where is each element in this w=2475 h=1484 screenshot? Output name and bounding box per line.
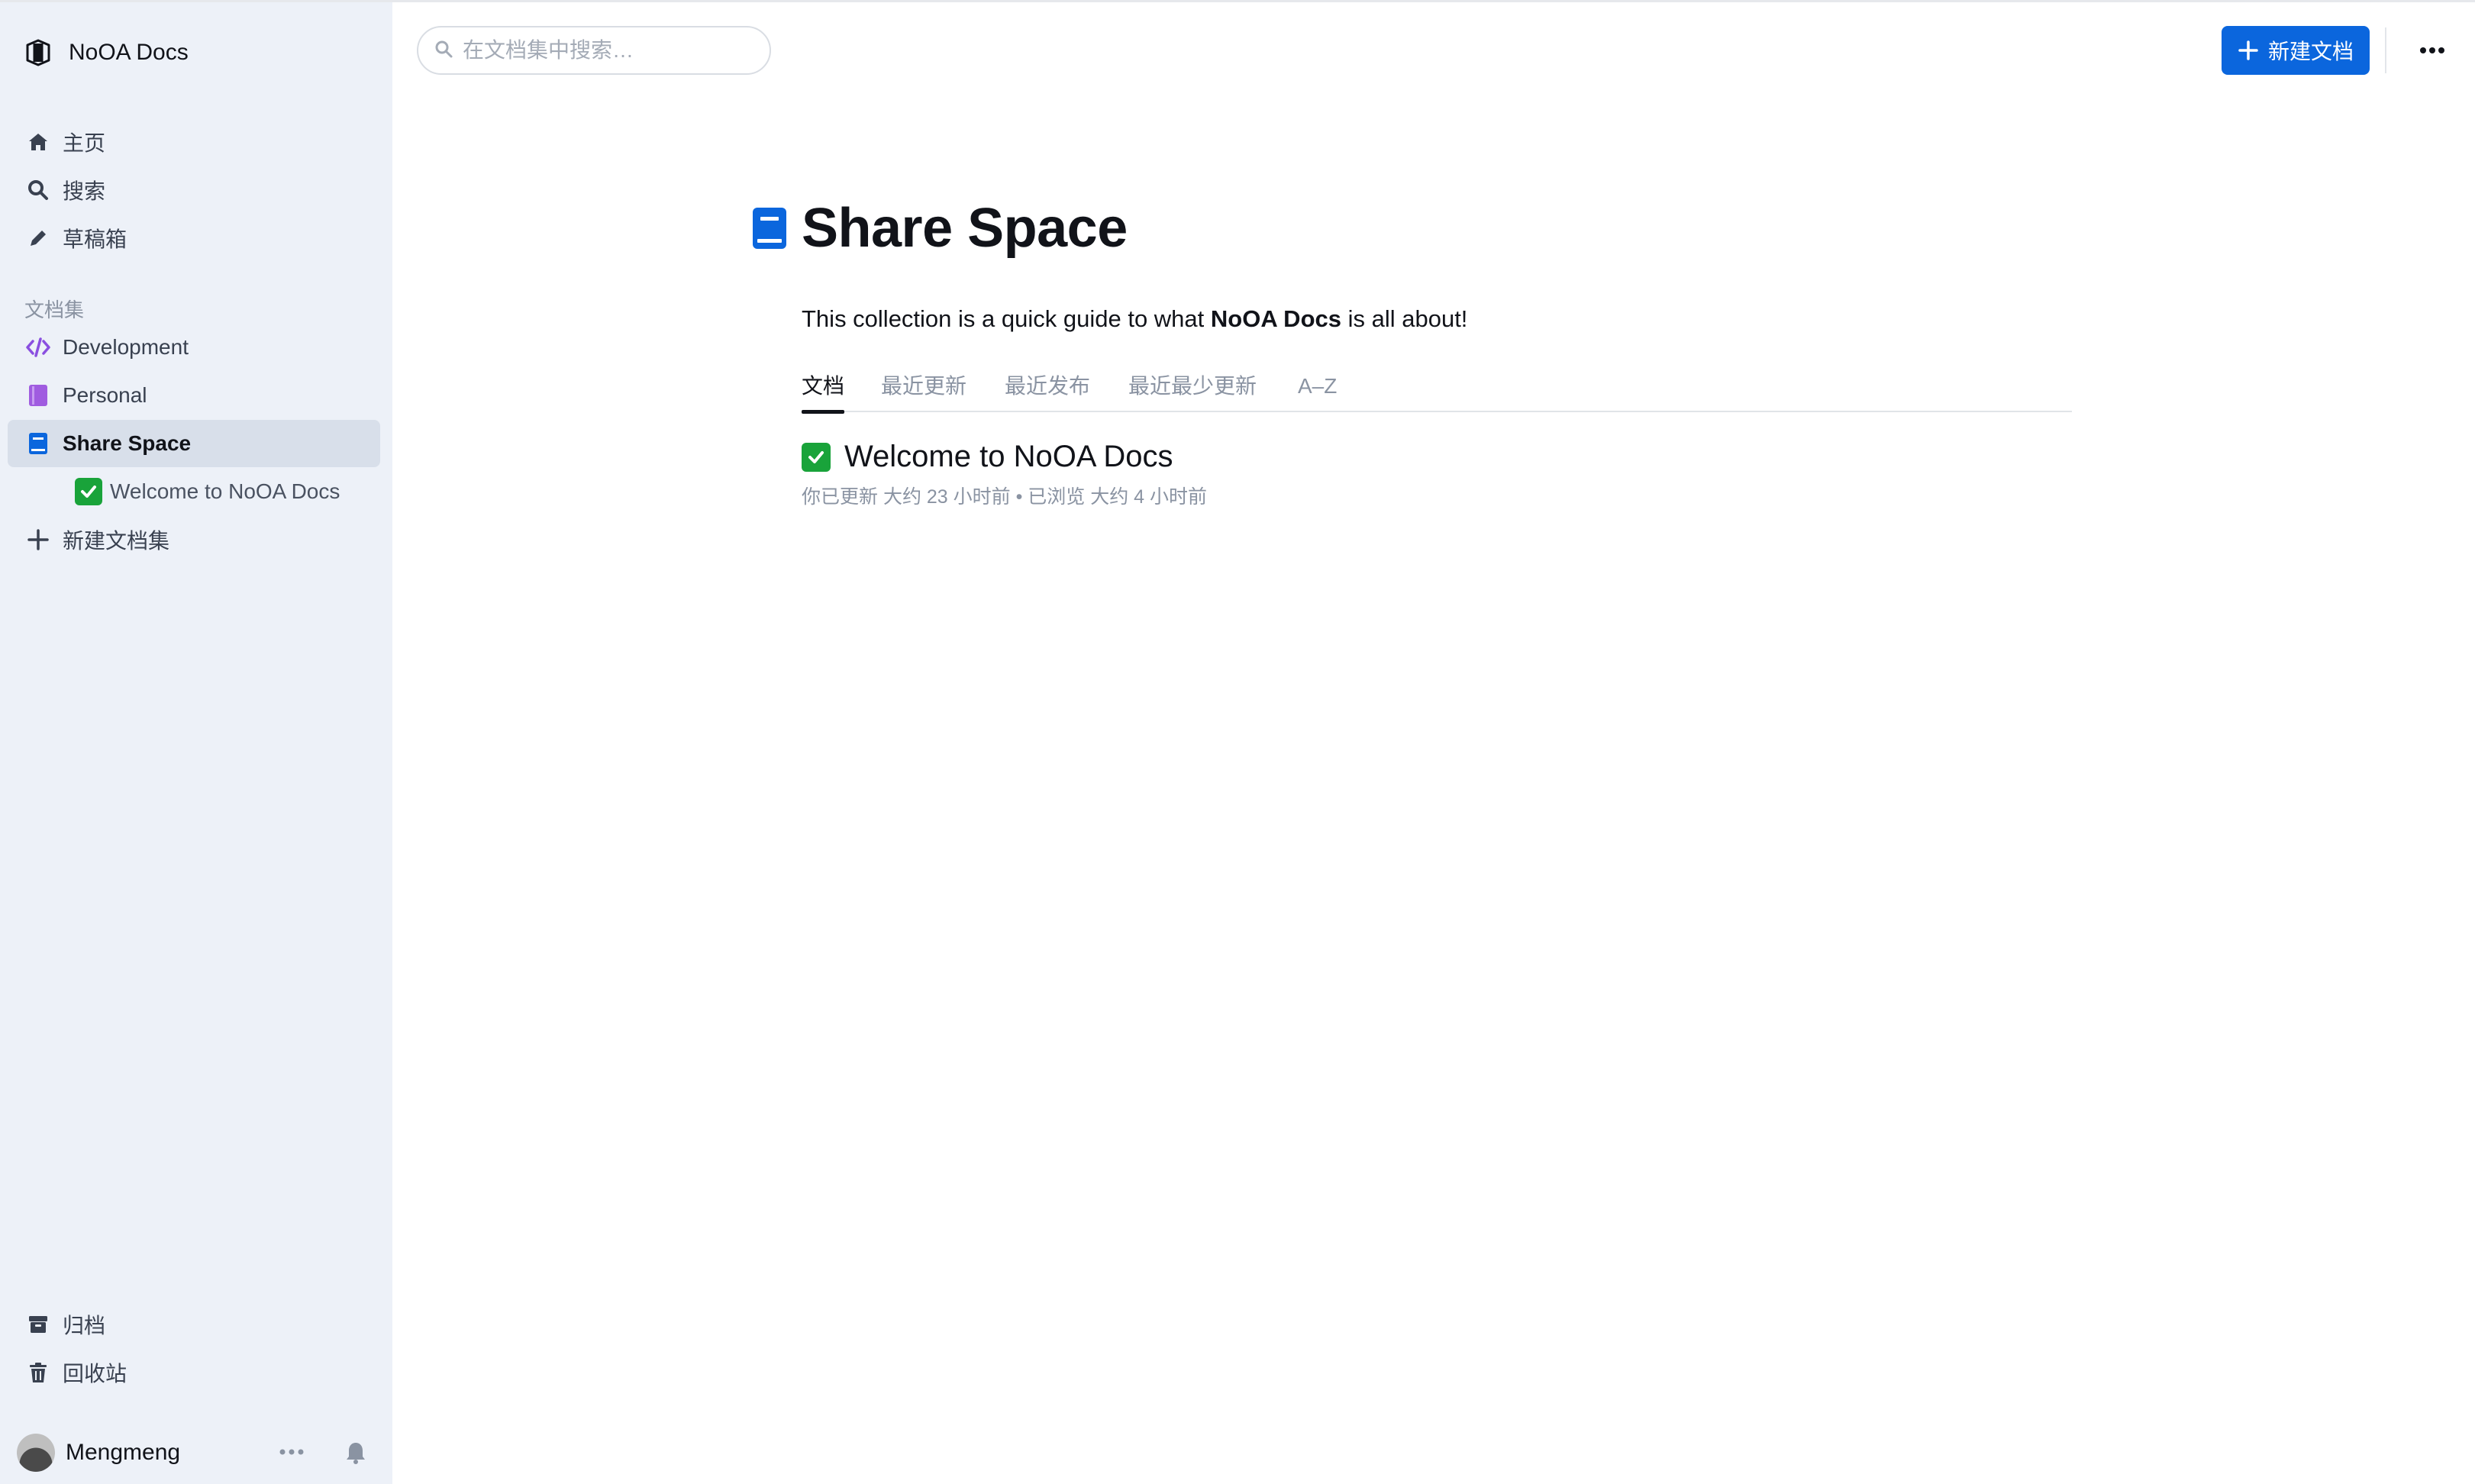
document-meta: 你已更新 大约 23 小时前 • 已浏览 大约 4 小时前	[802, 486, 1208, 508]
sidebar-item-label: 归档	[63, 1314, 106, 1337]
sidebar-item-label: Personal	[63, 383, 147, 407]
sidebar-item-label: 草稿箱	[63, 227, 127, 251]
sidebar-item-label: 回收站	[63, 1362, 127, 1386]
tab-recently-published[interactable]: 最近发布	[1005, 369, 1090, 412]
header-divider	[2385, 27, 2386, 73]
collections-section-label: 文档集	[24, 298, 85, 321]
plus-icon	[24, 526, 52, 553]
check-mark-icon	[75, 478, 102, 505]
list-item[interactable]: Welcome to NoOA Docs 你已更新 大约 23 小时前 • 已浏…	[802, 440, 1207, 509]
sidebar-item-label: 主页	[63, 131, 106, 155]
book-icon	[751, 206, 788, 250]
app-name: NoOA Docs	[69, 40, 189, 65]
sidebar-item-archive[interactable]: 归档	[8, 1301, 380, 1348]
archive-icon	[24, 1311, 52, 1338]
search-icon	[24, 176, 52, 204]
more-options-icon[interactable]	[2412, 31, 2452, 70]
sidebar: NoOA Docs 主页 搜索 草稿箱 文档集 Development Pers…	[0, 2, 392, 1484]
book-icon	[24, 382, 52, 409]
sidebar-item-label: Development	[63, 335, 189, 359]
pencil-icon	[24, 224, 52, 252]
user-name: Mengmeng	[66, 1440, 181, 1465]
tab-alphabetical[interactable]: A–Z	[1298, 369, 1337, 412]
document-title-row: Welcome to NoOA Docs	[802, 440, 1207, 474]
sidebar-item-label: Welcome to NoOA Docs	[110, 479, 340, 503]
sidebar-item-drafts[interactable]: 草稿箱	[8, 215, 380, 262]
book-icon	[24, 430, 52, 457]
new-collection-button[interactable]: 新建文档集	[8, 516, 380, 563]
sidebar-item-home[interactable]: 主页	[8, 118, 380, 166]
sidebar-item-trash[interactable]: 回收站	[8, 1349, 380, 1396]
home-icon	[24, 128, 52, 156]
sidebar-item-personal[interactable]: Personal	[8, 372, 380, 419]
new-document-label: 新建文档	[2267, 40, 2354, 63]
tab-documents[interactable]: 文档	[802, 369, 845, 414]
search-box[interactable]	[417, 26, 771, 75]
new-document-button[interactable]: 新建文档	[2222, 26, 2370, 75]
check-mark-icon	[802, 442, 831, 472]
collection-header: Share Space	[751, 197, 1128, 260]
tab-recently-updated[interactable]: 最近更新	[881, 369, 966, 412]
sidebar-item-label: 搜索	[63, 179, 106, 203]
sidebar-item-search[interactable]: 搜索	[8, 166, 380, 214]
sidebar-item-welcome-doc[interactable]: Welcome to NoOA Docs	[8, 468, 380, 515]
sidebar-item-development[interactable]: Development	[8, 324, 380, 371]
description-text: is all about!	[1341, 305, 1468, 332]
tab-least-recently-updated[interactable]: 最近最少更新	[1128, 369, 1257, 412]
description-app-name: NoOA Docs	[1210, 305, 1341, 332]
plus-icon	[2238, 40, 2259, 61]
page-title: Share Space	[802, 198, 1128, 259]
search-input[interactable]	[463, 38, 753, 63]
trash-icon	[24, 1359, 52, 1386]
brand[interactable]: NoOA Docs	[21, 33, 189, 73]
document-title: Welcome to NoOA Docs	[844, 440, 1173, 473]
code-icon	[24, 334, 52, 361]
sidebar-item-label: 新建文档集	[63, 529, 170, 553]
bell-icon[interactable]	[342, 1439, 369, 1466]
collection-description: This collection is a quick guide to what…	[802, 305, 1467, 333]
noa-logo-icon	[21, 36, 55, 69]
user-menu[interactable]: Mengmeng	[17, 1430, 383, 1476]
sidebar-item-share-space[interactable]: Share Space	[8, 420, 380, 467]
search-icon	[434, 39, 453, 63]
user-more-icon[interactable]	[276, 1440, 307, 1463]
avatar	[17, 1434, 55, 1472]
sort-tabs: 文档 最近更新 最近发布 最近最少更新 A–Z	[802, 369, 2072, 414]
description-text: This collection is a quick guide to what	[802, 305, 1211, 332]
sidebar-item-label: Share Space	[63, 431, 192, 455]
